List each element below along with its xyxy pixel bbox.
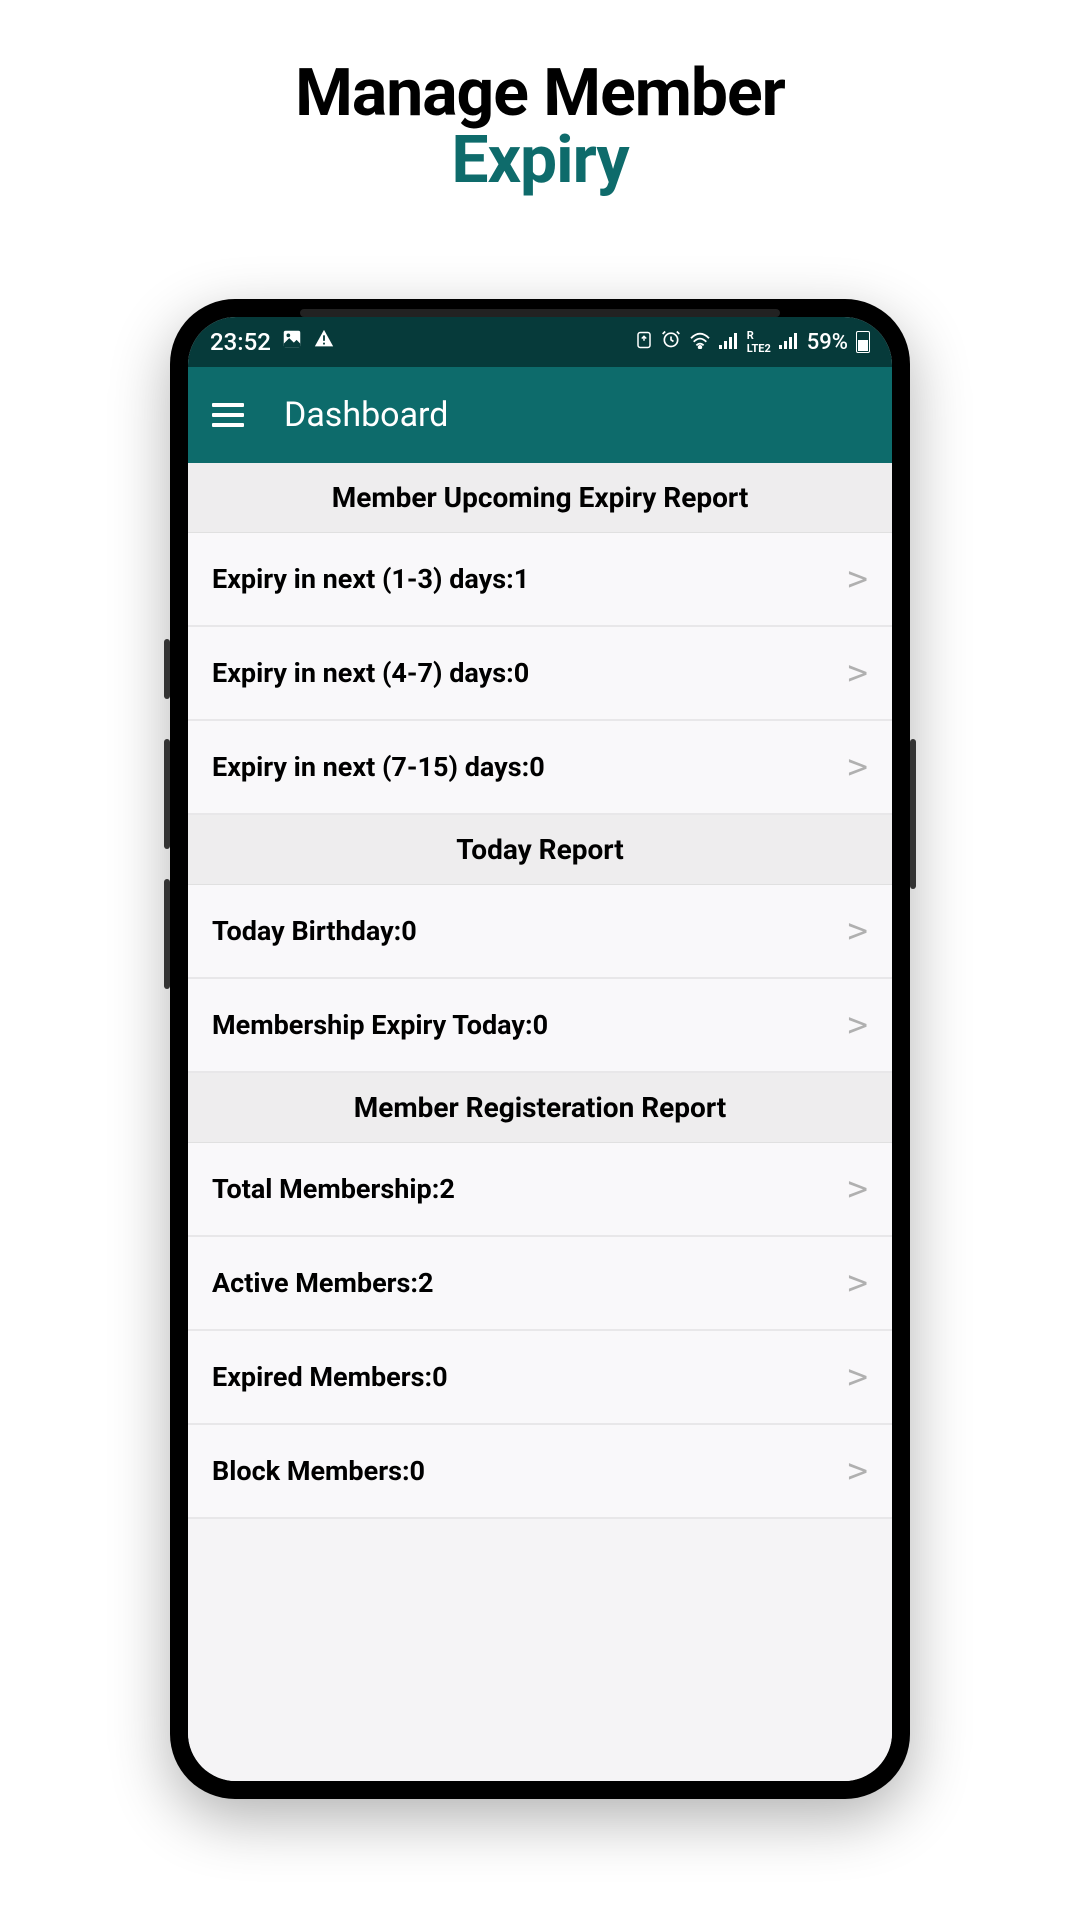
chevron-right-icon: >	[848, 911, 868, 951]
update-icon	[635, 330, 653, 355]
list-item-expired-members[interactable]: Expired Members:0 >	[188, 1331, 892, 1425]
phone-button-left-1	[164, 639, 170, 699]
image-icon	[281, 328, 303, 356]
list-item-label: Total Membership:2	[212, 1173, 455, 1205]
content-scroll[interactable]: Member Upcoming Expiry Report Expiry in …	[188, 463, 892, 1781]
list-item-label: Today Birthday:0	[212, 915, 417, 947]
phone-button-right-1	[910, 739, 916, 889]
chevron-right-icon: >	[848, 1263, 868, 1303]
list-item-label: Expiry in next (4-7) days:0	[212, 657, 529, 689]
signal-icon-1	[719, 331, 739, 354]
app-bar-title: Dashboard	[284, 395, 448, 435]
phone-frame: 23:52	[170, 299, 910, 1799]
status-left: 23:52	[210, 328, 335, 356]
phone-button-left-3	[164, 879, 170, 989]
promo-heading: Manage Member Expiry	[295, 55, 785, 199]
chevron-right-icon: >	[848, 653, 868, 693]
phone-button-left-2	[164, 739, 170, 849]
list-item-today-birthday[interactable]: Today Birthday:0 >	[188, 885, 892, 979]
warning-icon	[313, 328, 335, 356]
chevron-right-icon: >	[848, 747, 868, 787]
list-item-label: Block Members:0	[212, 1455, 425, 1487]
list-item-expiry-7-15[interactable]: Expiry in next (7-15) days:0 >	[188, 721, 892, 815]
list-item-expiry-today[interactable]: Membership Expiry Today:0 >	[188, 979, 892, 1073]
chevron-right-icon: >	[848, 1005, 868, 1045]
alarm-icon	[661, 329, 681, 355]
network-label-1: RLTE2	[747, 329, 771, 355]
list-item-active-members[interactable]: Active Members:2 >	[188, 1237, 892, 1331]
chevron-right-icon: >	[848, 559, 868, 599]
chevron-right-icon: >	[848, 1357, 868, 1397]
status-right: RLTE2 59%	[635, 329, 870, 355]
chevron-right-icon: >	[848, 1451, 868, 1491]
heading-line-2: Expiry	[295, 122, 785, 199]
list-item-label: Expiry in next (7-15) days:0	[212, 751, 545, 783]
section-header-today: Today Report	[188, 815, 892, 885]
app-bar: Dashboard	[188, 367, 892, 463]
chevron-right-icon: >	[848, 1169, 868, 1209]
battery-icon	[856, 331, 870, 353]
list-item-label: Membership Expiry Today:0	[212, 1009, 548, 1041]
battery-percent: 59%	[807, 330, 848, 355]
list-item-total-membership[interactable]: Total Membership:2 >	[188, 1143, 892, 1237]
list-item-expiry-4-7[interactable]: Expiry in next (4-7) days:0 >	[188, 627, 892, 721]
list-item-expiry-1-3[interactable]: Expiry in next (1-3) days:1 >	[188, 533, 892, 627]
phone-screen: 23:52	[188, 317, 892, 1781]
list-item-label: Expired Members:0	[212, 1361, 448, 1393]
signal-icon-2	[779, 331, 799, 354]
heading-line-1: Manage Member	[295, 55, 785, 132]
status-time: 23:52	[210, 328, 271, 356]
list-item-label: Active Members:2	[212, 1267, 434, 1299]
status-bar: 23:52	[188, 317, 892, 367]
list-item-label: Expiry in next (1-3) days:1	[212, 563, 529, 595]
list-item-block-members[interactable]: Block Members:0 >	[188, 1425, 892, 1519]
hamburger-menu-icon[interactable]	[212, 403, 244, 427]
section-header-registration: Member Registeration Report	[188, 1073, 892, 1143]
wifi-icon	[689, 330, 711, 355]
section-header-expiry: Member Upcoming Expiry Report	[188, 463, 892, 533]
